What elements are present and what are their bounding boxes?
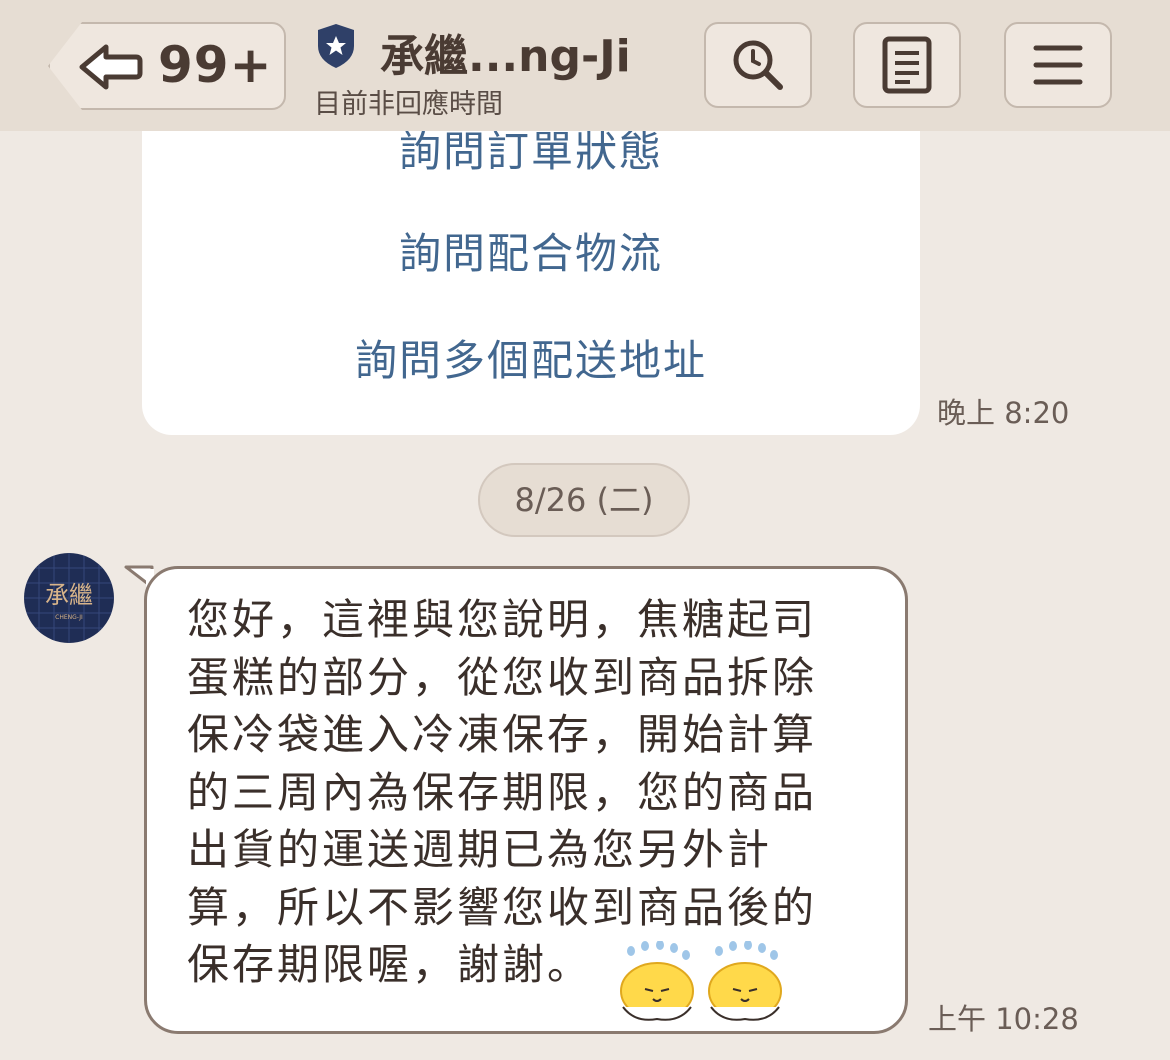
- quick-reply-card: 詢問訂單狀態 詢問配合物流 詢問多個配送地址: [142, 100, 920, 435]
- menu-icon: [1033, 45, 1083, 85]
- option-logistics[interactable]: 詢問配合物流: [142, 220, 920, 281]
- date-divider: 8/26 (二): [478, 463, 690, 537]
- shield-star-icon: [318, 24, 354, 68]
- message-time: 晚上 8:20: [937, 396, 1070, 430]
- chat-title: 承繼...ng-Ji: [380, 31, 631, 82]
- status-text: 目前非回應時間: [314, 89, 503, 120]
- avatar-logo-text: 承繼: [45, 581, 93, 609]
- smiley-sweat-icon: [620, 941, 694, 1021]
- message-line: 蛋糕的部分，從您收到商品拆除: [187, 652, 818, 702]
- smiley-sweat-icon: [708, 941, 782, 1021]
- search-icon: [733, 40, 783, 90]
- message-line: 的三周內為保存期限，您的商品: [187, 767, 818, 817]
- message-text: 您好，這裡與您說明，焦糖起司 蛋糕的部分，從您收到商品拆除 保冷袋進入冷凍保存，…: [187, 591, 887, 994]
- avatar-logo-subtext: CHENG-JI: [55, 614, 83, 621]
- avatar[interactable]: 承繼 CHENG-JI: [24, 553, 114, 643]
- menu-button[interactable]: [1004, 22, 1112, 108]
- message-line: 您好，這裡與您說明，焦糖起司: [187, 595, 818, 644]
- option-multiple-addresses[interactable]: 詢問多個配送地址: [142, 327, 920, 388]
- unread-count: 99+: [158, 36, 273, 94]
- chat-header: 99+ 承繼...ng-Ji 目前非回應時間: [0, 0, 1170, 131]
- back-arrow-icon: [79, 44, 143, 90]
- message-line: 保冷袋進入冷凍保存，開始計算: [187, 710, 818, 759]
- notes-icon: [882, 36, 932, 94]
- message-time: 上午 10:28: [928, 1002, 1079, 1036]
- message-bubble[interactable]: 您好，這裡與您說明，焦糖起司 蛋糕的部分，從您收到商品拆除 保冷袋進入冷凍保存，…: [144, 566, 908, 1034]
- search-button[interactable]: [704, 22, 812, 108]
- message-line: 出貨的運送週期已為您另外計: [187, 825, 773, 874]
- message-line: 算，所以不影響您收到商品後的: [187, 882, 818, 932]
- notes-button[interactable]: [853, 22, 961, 108]
- back-button[interactable]: 99+: [48, 22, 286, 110]
